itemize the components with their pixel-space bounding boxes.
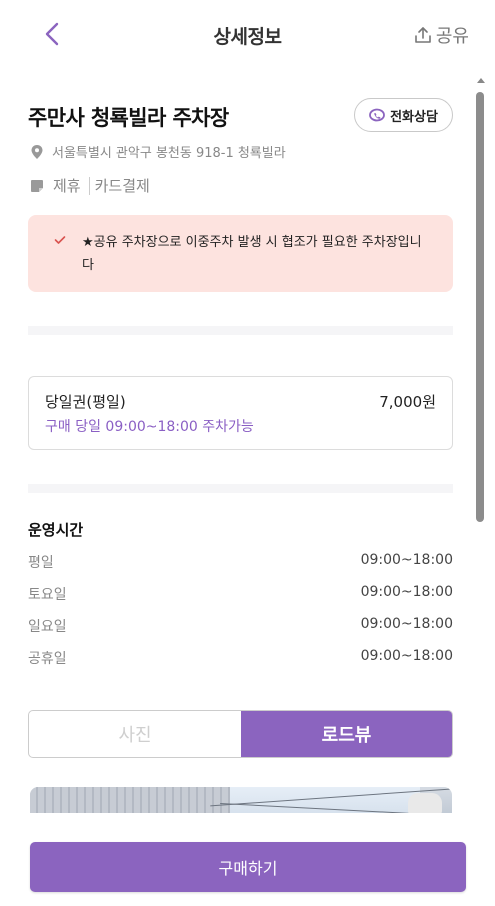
tag-card-payment: 카드결제 — [94, 177, 150, 195]
section-divider — [28, 326, 453, 335]
ticket-card[interactable]: 당일권(평일) 7,000원 구매 당일 09:00~18:00 주차가능 — [28, 376, 453, 450]
section-divider — [28, 484, 453, 493]
buy-button[interactable]: 구매하기 — [30, 842, 466, 892]
ticket-description: 구매 당일 09:00~18:00 주차가능 — [45, 419, 254, 435]
hours-row: 토요일 09:00~18:00 — [28, 584, 453, 604]
hours-day: 토요일 — [28, 587, 67, 603]
check-icon — [54, 236, 66, 244]
address-text: 서울특별시 관악구 봉천동 918-1 청룍빌라 — [52, 146, 286, 161]
app-header: 상세정보 공유 — [0, 0, 495, 68]
phone-chat-icon — [369, 108, 385, 122]
phone-consult-button[interactable]: 전화상담 — [354, 98, 453, 132]
share-label: 공유 — [435, 26, 469, 47]
phone-consult-label: 전화상담 — [390, 109, 438, 125]
operating-hours-title: 운영시간 — [28, 521, 84, 539]
hours-time: 09:00~18:00 — [360, 648, 453, 664]
scrollbar-thumb[interactable] — [476, 92, 484, 522]
notice-banner: ★공유 주차장으로 이중주차 발생 시 협조가 필요한 주차장입니다 — [28, 215, 453, 292]
ticket-price: 7,000원 — [379, 393, 436, 411]
tags-row: 제휴 카드결제 — [30, 175, 150, 196]
hours-time: 09:00~18:00 — [360, 552, 453, 568]
map-pin-icon — [31, 144, 43, 159]
tag-partner: 제휴 — [53, 177, 81, 195]
tag-divider — [88, 176, 90, 195]
view-toggle: 사진 로드뷰 — [28, 710, 453, 758]
hours-day: 평일 — [28, 555, 54, 571]
roadview-building — [30, 787, 230, 813]
hours-time: 09:00~18:00 — [360, 584, 453, 600]
photo-tab[interactable]: 사진 — [29, 711, 241, 757]
detail-content: 주만사 청룍빌라 주차장 전화상담 서울특별시 관악구 봉천동 918-1 청룍… — [0, 68, 475, 813]
cctv-camera — [408, 793, 442, 813]
share-upload-icon — [415, 27, 431, 43]
notice-text: ★공유 주차장으로 이중주차 발생 시 협조가 필요한 주차장입니다 — [82, 235, 422, 273]
roadview-image[interactable] — [30, 787, 452, 813]
address-row: 서울특별시 관악구 봉천동 918-1 청룍빌라 — [30, 142, 286, 161]
note-icon — [31, 179, 43, 192]
hours-row: 공휴일 09:00~18:00 — [28, 648, 453, 668]
hours-time: 09:00~18:00 — [360, 616, 453, 632]
parking-lot-name: 주만사 청룍빌라 주차장 — [28, 106, 229, 130]
share-button[interactable]: 공유 — [414, 22, 469, 48]
scroll-up-arrow-icon[interactable] — [477, 78, 485, 83]
bottom-action-bar: 구매하기 — [0, 813, 495, 906]
hours-row: 일요일 09:00~18:00 — [28, 616, 453, 636]
hours-day: 일요일 — [28, 619, 67, 635]
roadview-tab[interactable]: 로드뷰 — [241, 711, 452, 757]
hours-row: 평일 09:00~18:00 — [28, 552, 453, 572]
ticket-name: 당일권(평일) — [45, 393, 126, 411]
hours-day: 공휴일 — [28, 651, 67, 667]
